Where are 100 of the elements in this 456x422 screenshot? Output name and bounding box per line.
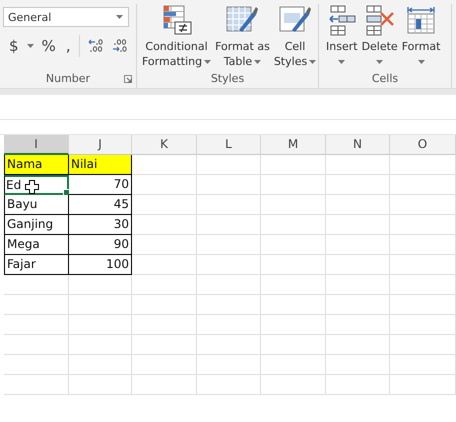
column-header[interactable]: L (197, 135, 261, 155)
cursor-icon (25, 180, 39, 194)
empty-cell (261, 255, 326, 275)
empty-cell (4, 295, 69, 315)
caret-icon (116, 15, 123, 19)
empty-cell (69, 315, 132, 335)
column-header[interactable]: I (4, 135, 69, 155)
empty-cell (326, 375, 390, 395)
empty-cell (261, 335, 326, 355)
empty-cell (4, 375, 69, 395)
caret-icon (254, 60, 262, 64)
empty-cell (132, 255, 197, 275)
empty-cell (326, 355, 390, 375)
empty-cell (390, 155, 456, 175)
empty-cell (132, 215, 197, 235)
empty-cell (132, 355, 197, 375)
empty-cell (390, 215, 456, 235)
empty-cell (261, 315, 326, 335)
empty-cell (4, 275, 69, 295)
empty-cell (390, 355, 456, 375)
empty-cell (69, 295, 132, 315)
column-header[interactable]: K (132, 135, 197, 155)
empty-cell (261, 235, 326, 255)
empty-cell (326, 335, 390, 355)
cells-button[interactable]: Delete (360, 4, 399, 69)
conditional-formatting-icon (160, 4, 193, 37)
styles-button[interactable]: Format as Table (214, 4, 271, 69)
table-cell: 45 (69, 195, 132, 215)
empty-cell (326, 295, 390, 315)
empty-cell (132, 235, 197, 255)
column-header[interactable]: N (326, 135, 390, 155)
empty-cell (132, 315, 197, 335)
number-format-button[interactable]: , (64, 37, 73, 55)
empty-cell (132, 195, 197, 215)
delete-cells-icon (364, 4, 396, 37)
empty-cell (69, 375, 132, 395)
empty-cell (197, 195, 261, 215)
column-header[interactable]: J (69, 135, 132, 155)
empty-cell (69, 335, 132, 355)
empty-cell (390, 335, 456, 355)
empty-cell (197, 335, 261, 355)
empty-cell (197, 155, 261, 175)
table-cell: 90 (69, 235, 132, 255)
table-cell: 30 (69, 215, 132, 235)
fill-handle[interactable] (63, 189, 70, 196)
group-label: Cells (372, 72, 398, 85)
empty-cell (261, 375, 326, 395)
empty-cell (326, 275, 390, 295)
column-header[interactable]: M (261, 135, 326, 155)
table-cell: 70 (69, 175, 132, 195)
empty-cell (326, 155, 390, 175)
table-cell: Fajar (4, 255, 69, 275)
caret-icon (309, 60, 316, 64)
empty-cell (69, 275, 132, 295)
empty-cell (4, 315, 69, 335)
table-cell: Mega (4, 235, 69, 255)
empty-cell (197, 235, 261, 255)
empty-cell (132, 275, 197, 295)
caret-icon (418, 60, 425, 64)
empty-cell (197, 255, 261, 275)
cells-button[interactable]: Format (400, 4, 442, 69)
empty-cell (261, 175, 326, 195)
caret-icon (26, 44, 34, 48)
empty-cell (197, 315, 261, 335)
column-header[interactable]: O (390, 135, 456, 155)
cells-button[interactable]: Insert (325, 4, 359, 69)
number-format-button[interactable]: $ (7, 37, 21, 55)
styles-button[interactable]: Conditional Formatting (141, 4, 212, 69)
empty-cell (390, 375, 456, 395)
empty-cell (390, 235, 456, 255)
styles-button[interactable]: Cell Styles (272, 4, 318, 69)
group-label: Number (46, 72, 90, 84)
table-cell: Bayu (4, 195, 69, 215)
empty-cell (390, 315, 456, 335)
group-label: Styles (210, 72, 244, 85)
empty-cell (197, 355, 261, 375)
empty-cell (326, 235, 390, 255)
empty-cell (197, 295, 261, 315)
empty-cell (132, 295, 197, 315)
empty-cell (197, 215, 261, 235)
empty-cell (132, 335, 197, 355)
number-format-dropdown[interactable]: General (3, 7, 129, 27)
empty-cell (326, 255, 390, 275)
empty-cell (197, 275, 261, 295)
empty-cell (390, 295, 456, 315)
empty-cell (261, 275, 326, 295)
empty-cell (390, 175, 456, 195)
dialog-launcher-icon[interactable] (124, 75, 132, 83)
empty-cell (326, 195, 390, 215)
empty-cell (326, 175, 390, 195)
empty-cell (197, 175, 261, 195)
empty-cell (326, 315, 390, 335)
increase-decimal-icon[interactable] (88, 38, 104, 54)
number-format-button[interactable]: % (40, 37, 58, 55)
empty-cell (390, 195, 456, 215)
caret-icon (338, 60, 346, 64)
empty-cell (390, 255, 456, 275)
decrease-decimal-icon[interactable] (112, 38, 128, 54)
insert-cells-icon (326, 4, 357, 37)
table-cell: Nilai (69, 155, 132, 175)
